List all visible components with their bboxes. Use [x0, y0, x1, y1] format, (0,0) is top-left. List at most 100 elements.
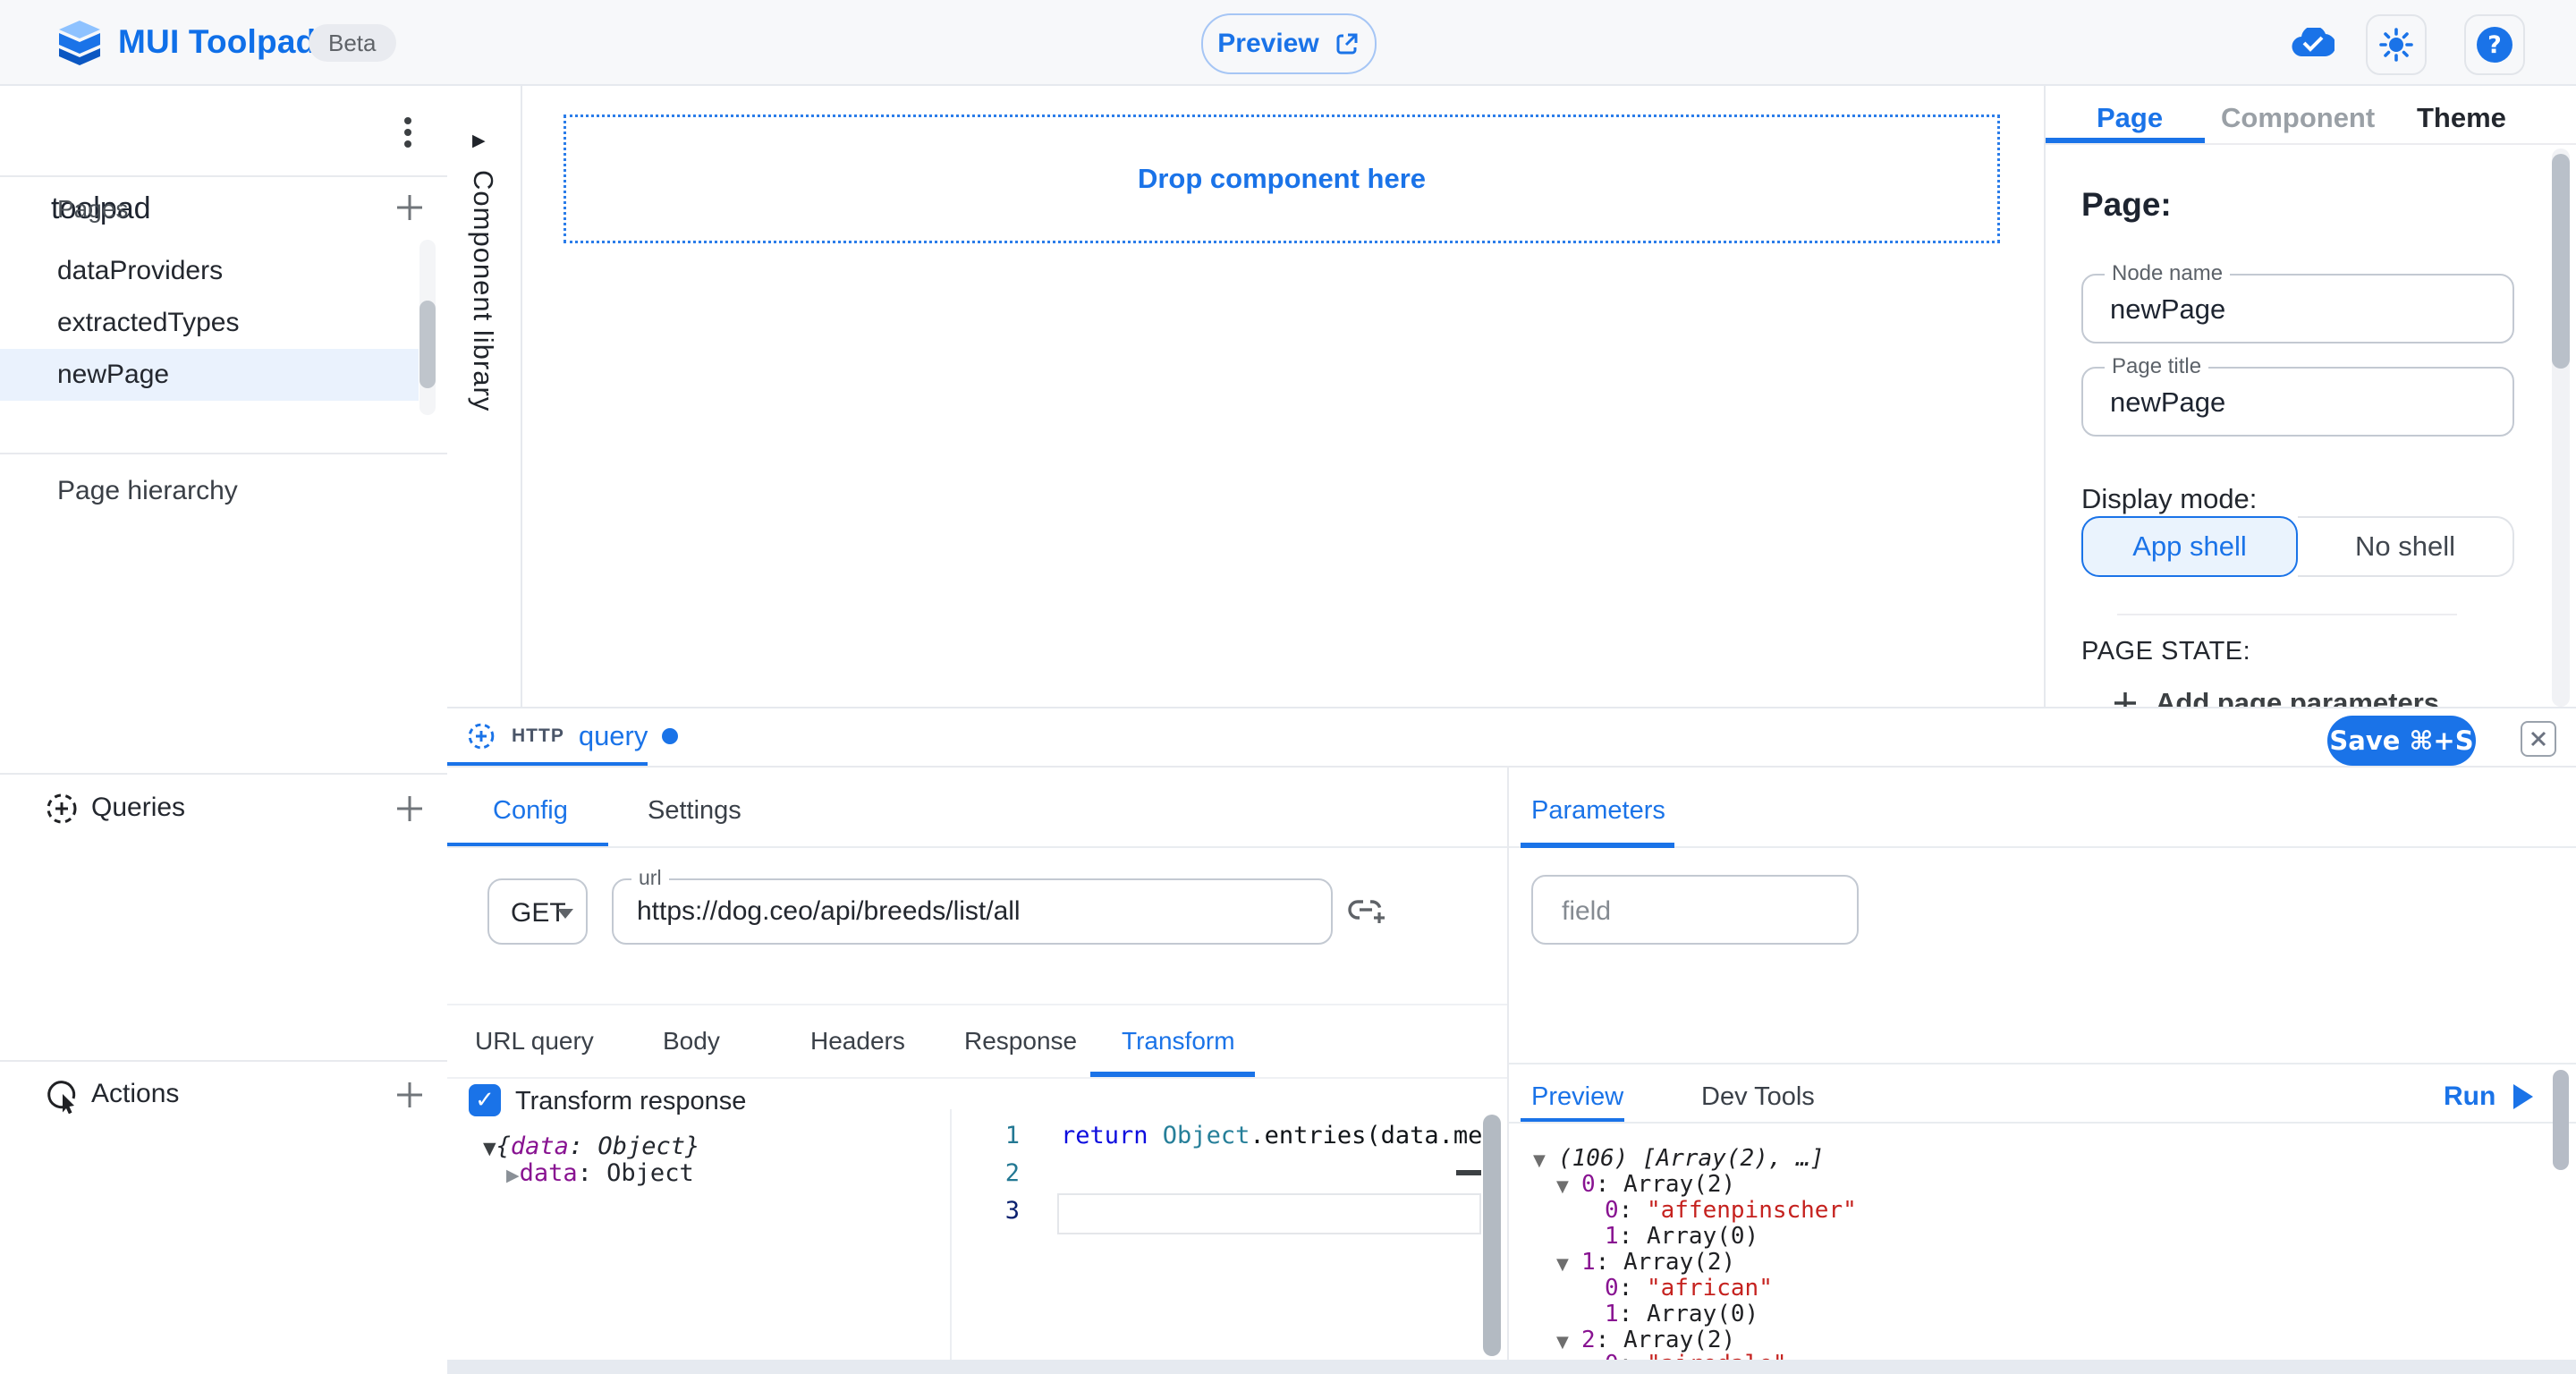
pages-section-header: Pages	[57, 195, 128, 224]
plus-icon	[2111, 689, 2140, 707]
plus-icon	[392, 791, 428, 827]
query-tab[interactable]: HTTP query	[465, 708, 678, 764]
page-title-value: newPage	[2110, 386, 2225, 419]
sidebar-item-dataproviders[interactable]: dataProviders	[0, 245, 419, 297]
result-row[interactable]: ▼(106) [Array(2), …]	[1533, 1146, 1824, 1174]
result-row[interactable]: 1: Array(0)	[1605, 1302, 1758, 1327]
inspector-heading: Page:	[2081, 186, 2172, 224]
code-editor[interactable]: return Object.entries(data.messag	[1061, 1122, 1481, 1149]
query-icon	[465, 720, 497, 752]
query-editor-panel	[447, 707, 2576, 1374]
close-panel-button[interactable]	[2521, 721, 2556, 757]
display-mode-label: Display mode:	[2081, 483, 2257, 515]
queries-icon	[43, 790, 80, 827]
method-select[interactable]: GET	[487, 878, 588, 945]
subtab-headers[interactable]: Headers	[810, 1027, 905, 1056]
add-page-parameters-button[interactable]: Add page parameters	[2111, 687, 2439, 707]
tab-theme[interactable]: Theme	[2417, 102, 2506, 134]
subtab-transform[interactable]: Transform	[1122, 1027, 1235, 1056]
add-action-button[interactable]	[388, 1073, 431, 1116]
app-header: MUI Toolpad Beta Preview	[0, 0, 2576, 86]
collapsed-arrow-icon[interactable]: ▶	[506, 1166, 520, 1185]
tab-page[interactable]: Page	[2097, 102, 2163, 134]
subtab-url-query[interactable]: URL query	[475, 1027, 594, 1056]
toolpad-logo-icon	[59, 21, 100, 65]
editor-scrollbar-thumb[interactable]	[1483, 1115, 1501, 1356]
preview-button[interactable]: Preview	[1201, 13, 1377, 74]
tab-config[interactable]: Config	[493, 796, 568, 826]
tab-settings[interactable]: Settings	[648, 796, 741, 826]
run-button-label: Run	[2444, 1081, 2496, 1112]
drop-zone[interactable]: Drop component here	[564, 114, 2000, 243]
panel-bottom-scrollbar-track[interactable]	[447, 1360, 2576, 1374]
inspector-scrollbar-thumb[interactable]	[2552, 154, 2570, 369]
parameters-tab-underline	[1521, 843, 1674, 848]
node-name-value: newPage	[2110, 293, 2225, 326]
app-title: MUI Toolpad	[118, 0, 316, 84]
pages-scrollbar-thumb[interactable]	[419, 301, 436, 388]
project-menu-icon[interactable]	[392, 114, 424, 150]
tab-preview[interactable]: Preview	[1531, 1082, 1623, 1112]
toggle-label: App shell	[2132, 530, 2247, 563]
svg-text:?: ?	[2487, 31, 2502, 59]
sidebar-item-extractedtypes[interactable]: extractedTypes	[0, 297, 419, 349]
link-binding-icon[interactable]	[1347, 893, 1386, 929]
play-icon	[2513, 1084, 2533, 1109]
parameter-field-input[interactable]: field	[1531, 875, 1859, 945]
preview-button-label: Preview	[1217, 29, 1318, 59]
transform-response-label: Transform response	[515, 1087, 746, 1116]
expanded-arrow-icon[interactable]: ▼	[483, 1139, 496, 1158]
component-library-label: Component library	[467, 170, 499, 411]
result-row[interactable]: 0: "affenpinscher"	[1605, 1198, 1857, 1224]
parameter-field-placeholder: field	[1562, 896, 1611, 927]
result-row[interactable]: ▼0: Array(2)	[1556, 1172, 1735, 1200]
check-icon: ✓	[475, 1087, 495, 1114]
tab-dev-tools[interactable]: Dev Tools	[1701, 1082, 1815, 1112]
add-query-button[interactable]	[388, 787, 431, 830]
theme-toggle-button[interactable]	[2366, 14, 2427, 75]
actions-icon	[43, 1076, 80, 1114]
external-link-icon	[1334, 30, 1360, 57]
tab-parameters[interactable]: Parameters	[1531, 796, 1665, 826]
add-page-button[interactable]	[388, 186, 431, 229]
plus-icon	[392, 190, 428, 225]
query-protocol-badge: HTTP	[512, 725, 564, 747]
inspector-panel: Page Component Theme Page: Node name new…	[2046, 86, 2576, 707]
add-page-parameters-label: Add page parameters	[2156, 687, 2439, 707]
page-item-label: newPage	[57, 360, 169, 390]
component-library-divider	[521, 86, 522, 707]
result-row[interactable]: 0: "african"	[1605, 1276, 1773, 1302]
tree-root-row[interactable]: ▼{data: Object}	[483, 1132, 699, 1160]
run-button[interactable]: Run	[2444, 1075, 2533, 1118]
sidebar-item-newpage[interactable]: newPage	[0, 349, 419, 401]
cloud-done-icon[interactable]	[2292, 28, 2334, 58]
chevron-down-icon	[557, 909, 573, 919]
help-icon: ?	[2475, 25, 2514, 64]
help-button[interactable]: ?	[2464, 14, 2525, 75]
tab-component[interactable]: Component	[2221, 102, 2375, 134]
page-state-label: PAGE STATE:	[2081, 637, 2250, 666]
result-row[interactable]: 1: Array(0)	[1605, 1224, 1758, 1250]
mui-toolpad-app: MUI Toolpad Beta Preview	[0, 0, 2576, 1374]
display-mode-app-shell[interactable]: App shell	[2081, 516, 2298, 577]
preview-scrollbar-thumb[interactable]	[2553, 1070, 2569, 1170]
url-label: url	[631, 866, 669, 890]
page-item-label: extractedTypes	[57, 308, 239, 338]
display-mode-no-shell[interactable]: No shell	[2298, 516, 2514, 577]
line-number-2: 2	[980, 1159, 1020, 1187]
subtab-body[interactable]: Body	[663, 1027, 720, 1056]
result-row[interactable]: ▼1: Array(2)	[1556, 1250, 1735, 1277]
line-number-3: 3	[980, 1197, 1020, 1225]
save-button[interactable]: Save ⌘+S	[2327, 716, 2476, 766]
transform-response-checkbox[interactable]: ✓	[469, 1084, 501, 1116]
beta-badge: Beta	[309, 24, 396, 62]
current-line-highlight	[1057, 1193, 1481, 1234]
expand-right-icon[interactable]: ▶	[472, 131, 486, 150]
sidebar-item-page-hierarchy[interactable]: Page hierarchy	[57, 476, 238, 506]
line-number-1: 1	[980, 1122, 1020, 1149]
plus-icon	[392, 1077, 428, 1113]
subtab-response[interactable]: Response	[964, 1027, 1077, 1056]
tree-child-row[interactable]: ▶data: Object	[506, 1159, 694, 1187]
page-title-label: Page title	[2105, 354, 2208, 379]
toggle-label: No shell	[2355, 530, 2455, 563]
